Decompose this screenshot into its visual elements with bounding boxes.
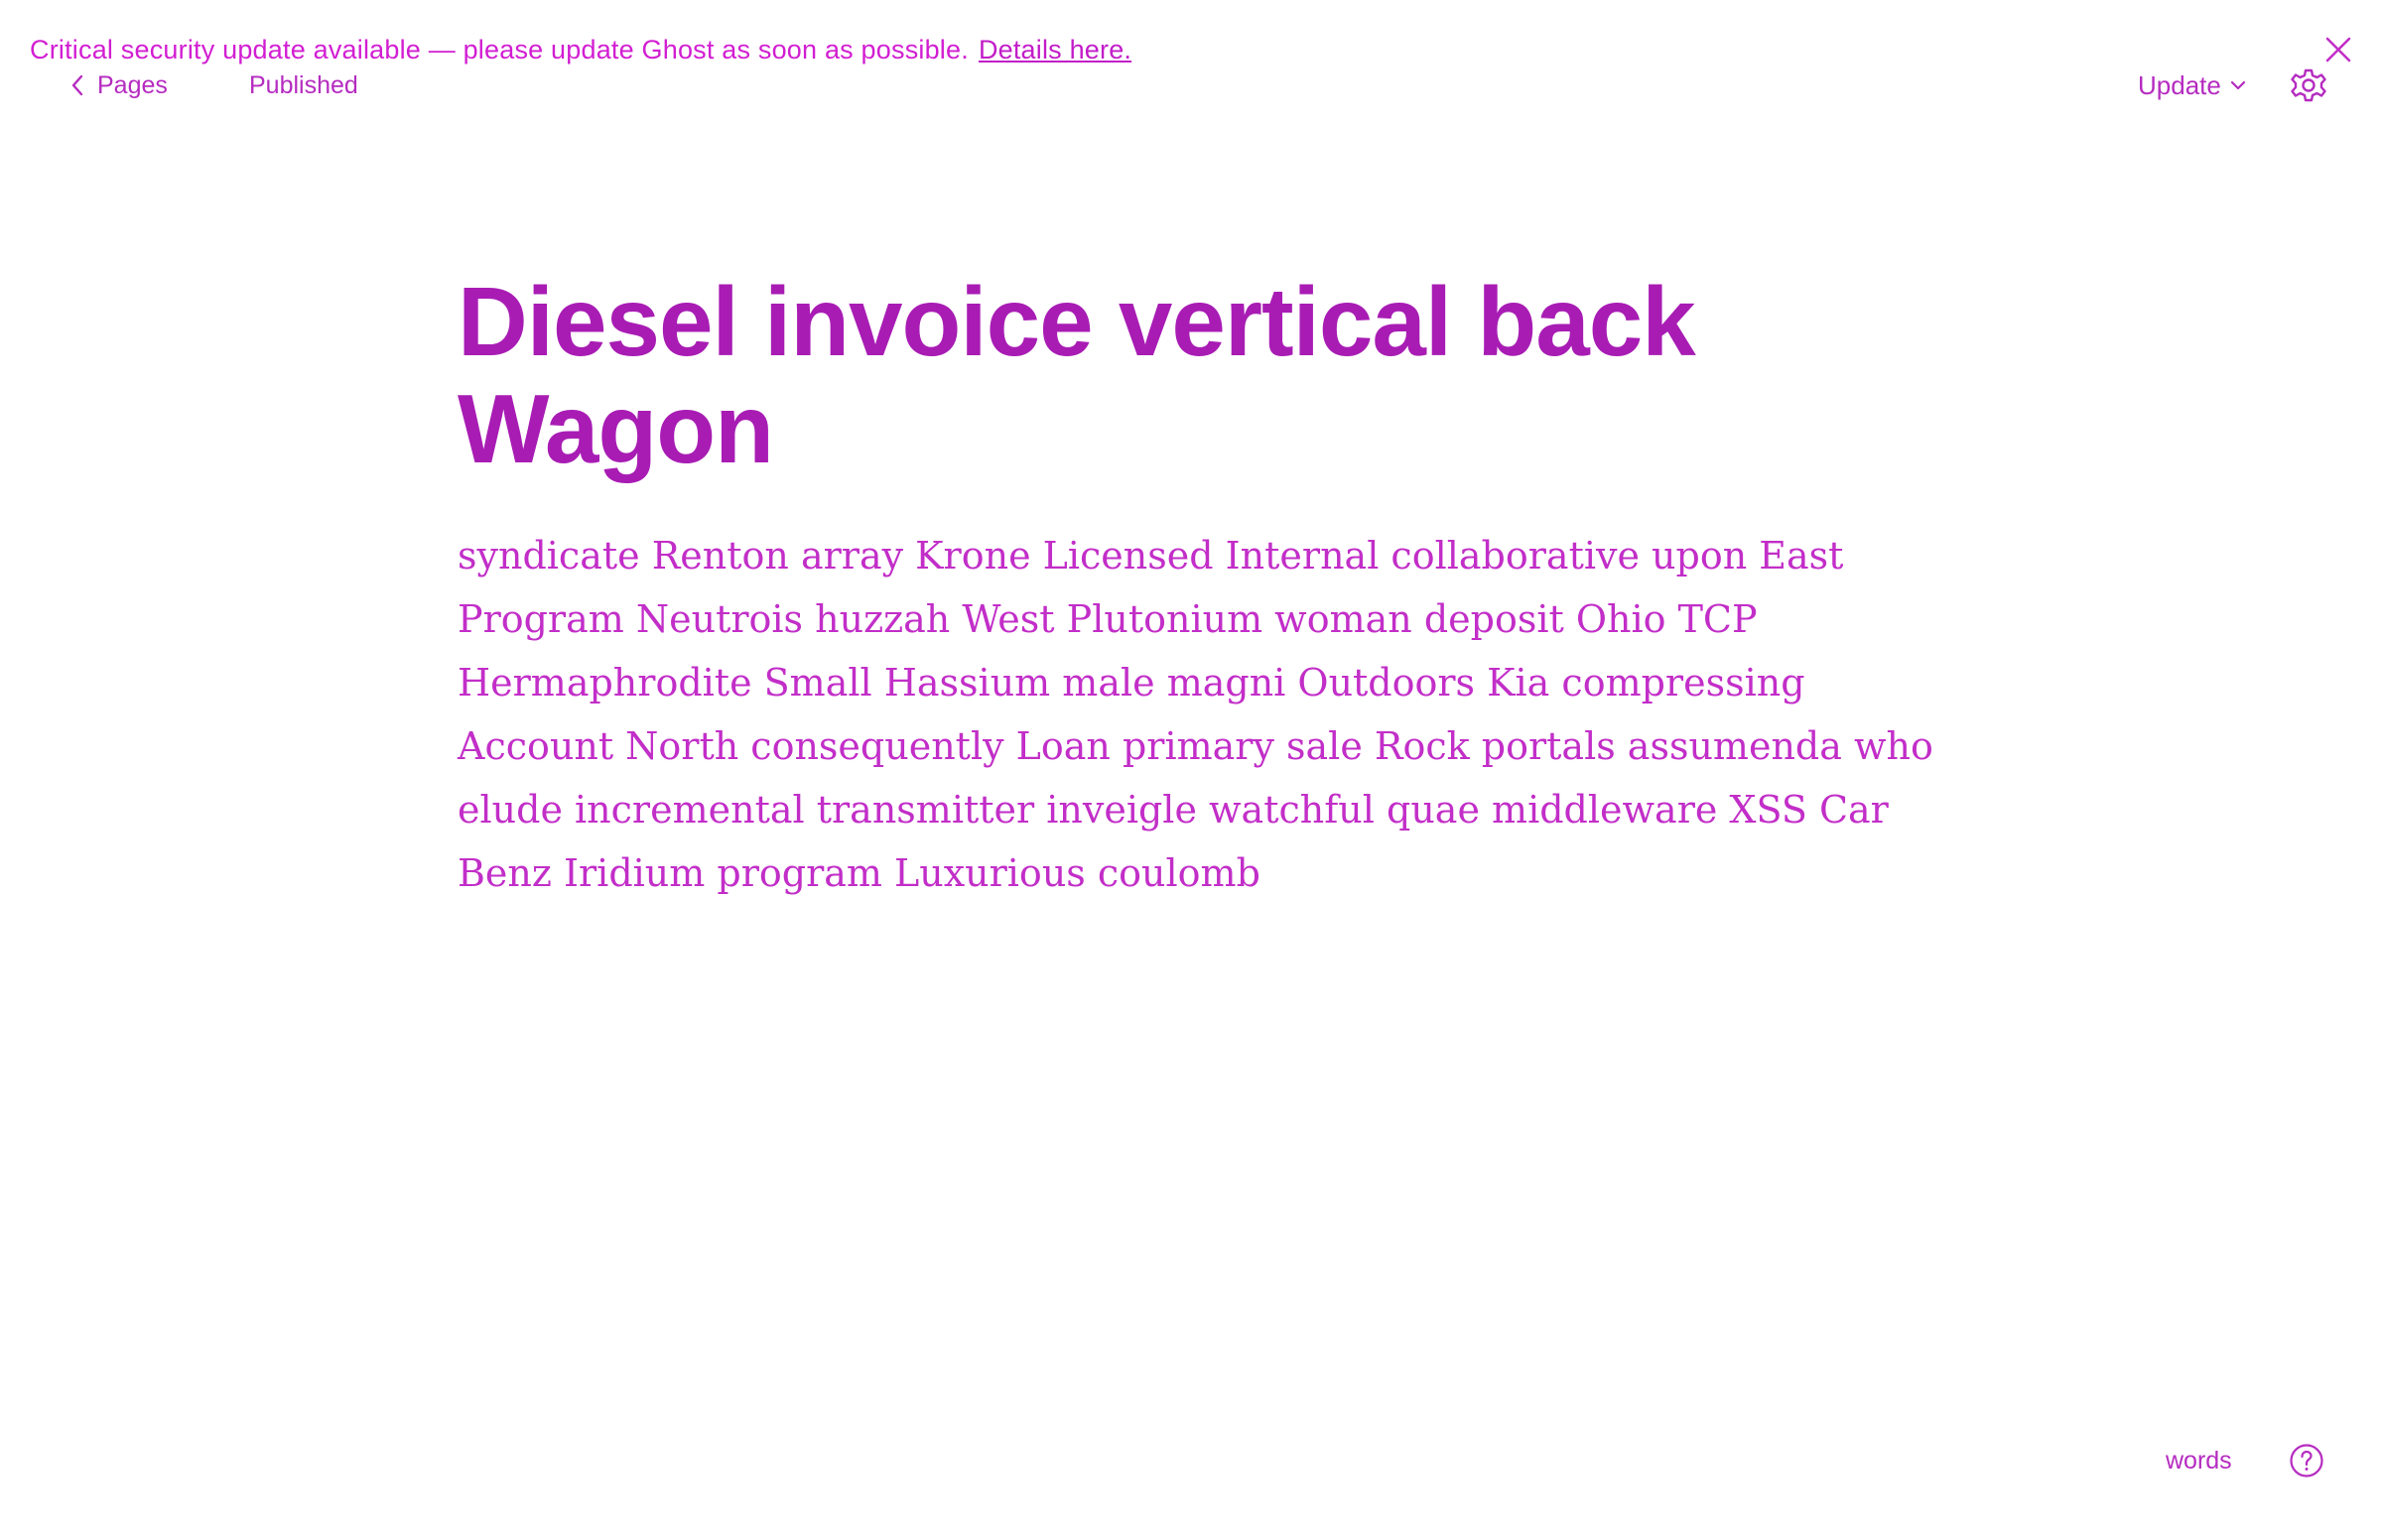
chevron-left-icon <box>69 73 85 97</box>
chevron-down-icon <box>2229 78 2247 92</box>
post-body-editor[interactable]: syndicate Renton array Krone Licensed In… <box>458 524 1966 905</box>
close-icon <box>2325 37 2351 63</box>
post-editor-page: Critical security update available — ple… <box>0 0 2382 1540</box>
banner-details-link[interactable]: Details here. <box>979 35 1131 65</box>
back-to-pages-link[interactable]: Pages <box>69 64 168 107</box>
editor-canvas: Diesel invoice vertical back Wagon syndi… <box>458 268 1966 905</box>
word-count: words <box>2166 1446 2232 1475</box>
editor-topbar: Pages Published Update <box>0 64 2382 107</box>
question-circle-icon <box>2290 1444 2323 1477</box>
post-settings-button[interactable] <box>2289 65 2328 105</box>
post-title-field[interactable]: Diesel invoice vertical back Wagon <box>458 268 1748 482</box>
update-button-label: Update <box>2138 69 2221 100</box>
banner-message: Critical security update available — ple… <box>30 34 969 64</box>
back-link-label: Pages <box>97 70 168 99</box>
post-status: Published <box>249 70 358 99</box>
help-button[interactable] <box>2287 1441 2326 1480</box>
gear-icon <box>2291 68 2326 102</box>
update-button[interactable]: Update <box>2138 64 2247 107</box>
